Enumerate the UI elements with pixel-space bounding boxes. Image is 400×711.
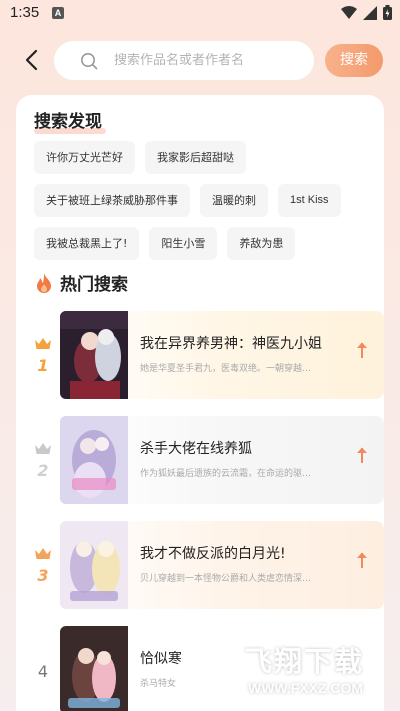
book-cover [60, 311, 128, 399]
hot-item-row[interactable]: 我在异界养男神：神医九小姐 她是华夏圣手君九，医毒双绝。一朝穿越… [60, 311, 384, 399]
crown-icon [35, 548, 51, 559]
notification-badge: A [52, 7, 64, 19]
cover-art [60, 416, 128, 504]
back-arrow-icon [25, 49, 38, 71]
crown-icon [35, 338, 51, 349]
cover-art [60, 521, 128, 609]
book-cover [60, 521, 128, 609]
crown-icon [35, 443, 51, 454]
search-button[interactable]: 搜索 [325, 44, 383, 77]
discover-tag[interactable]: 养敌为患 [227, 227, 296, 260]
watermark: 飞翔下载 WWW.FXXZ.COM [178, 626, 400, 711]
search-icon [81, 52, 98, 69]
hot-item-row[interactable]: 杀手大佬在线养狐 作为狐妖最后遗族的云流霜，在命运的驱… [60, 416, 384, 504]
discover-tags: 许你万丈光芒好 我家影后超甜哒 关于被班上绿茶威胁那件事 温暖的刺 1st Ki… [34, 141, 374, 270]
discover-title-text: 搜索发现 [34, 112, 102, 132]
item-title: 恰似寒 [140, 651, 182, 667]
item-title: 我在异界养男神：神医九小姐 [140, 336, 322, 352]
watermark-url: WWW.FXXZ.COM [248, 680, 364, 696]
item-description: 贝儿穿越到一本怪物公爵和人类虐恋情深… [140, 574, 312, 584]
rank-badge: 3 [30, 545, 56, 585]
watermark-text: 飞翔下载 [244, 645, 365, 678]
search-box[interactable] [54, 41, 314, 80]
discover-tag[interactable]: 温暖的刺 [200, 184, 268, 217]
list-item: 3 我才不做反派的白月光! 贝儿穿越到一本怪物公爵和人类虐恋情深… [16, 521, 384, 626]
discover-tag[interactable]: 1st Kiss [278, 184, 341, 217]
status-time: 1:35 [10, 4, 40, 21]
fire-icon [37, 272, 51, 293]
signal-icon [363, 5, 377, 20]
discover-tag[interactable]: 我被总裁黑上了! [34, 227, 140, 260]
rank-badge: 4 [30, 660, 56, 681]
item-description: 她是华夏圣手君九，医毒双绝。一朝穿越… [140, 364, 312, 374]
book-cover [60, 416, 128, 504]
rank-number: 1 [37, 356, 49, 375]
cover-art [60, 626, 128, 711]
tag-row: 许你万丈光芒好 我家影后超甜哒 [34, 141, 374, 174]
list-item: 2 杀手大佬在线养狐 作为狐妖最后遗族的云流霜，在命运的驱… [16, 416, 384, 521]
rank-number: 3 [37, 566, 49, 585]
rank-badge: 1 [30, 335, 56, 375]
content-card: 搜索发现 许你万丈光芒好 我家影后超甜哒 关于被班上绿茶威胁那件事 温暖的刺 1… [16, 95, 384, 711]
rank-number: 2 [37, 461, 49, 480]
trending-up-icon [357, 342, 367, 358]
cover-art [60, 311, 128, 399]
list-item: 1 我在异界养男神：神医九小姐 她是华夏圣手君九，医毒双绝。一朝穿越… [16, 311, 384, 416]
search-input[interactable] [114, 53, 294, 68]
status-bar: 1:35 A [0, 0, 400, 26]
trending-up-icon [357, 552, 367, 568]
discover-section-title: 搜索发现 [34, 107, 106, 134]
item-title: 我才不做反派的白月光! [140, 546, 286, 562]
book-cover [60, 626, 128, 711]
watermark-logo-icon [180, 632, 244, 696]
wifi-icon [341, 5, 357, 19]
discover-tag[interactable]: 我家影后超甜哒 [145, 141, 246, 174]
item-description: 作为狐妖最后遗族的云流霜，在命运的驱… [140, 469, 312, 479]
battery-icon [383, 5, 392, 20]
hot-title-text: 热门搜索 [60, 275, 128, 295]
back-button[interactable] [18, 47, 44, 73]
tag-row: 我被总裁黑上了! 阳生小雪 养敌为患 [34, 227, 374, 260]
rank-number: 4 [37, 662, 49, 681]
status-icons [341, 5, 392, 20]
discover-tag[interactable]: 许你万丈光芒好 [34, 141, 135, 174]
hot-item-row[interactable]: 我才不做反派的白月光! 贝儿穿越到一本怪物公爵和人类虐恋情深… [60, 521, 384, 609]
rank-badge: 2 [30, 440, 56, 480]
discover-tag[interactable]: 关于被班上绿茶威胁那件事 [34, 184, 190, 217]
trending-up-icon [357, 447, 367, 463]
discover-tag[interactable]: 阳生小雪 [149, 227, 218, 260]
hot-section-title: 热门搜索 [36, 270, 128, 295]
tag-row: 关于被班上绿茶威胁那件事 温暖的刺 1st Kiss [34, 184, 374, 217]
item-title: 杀手大佬在线养狐 [140, 441, 252, 457]
